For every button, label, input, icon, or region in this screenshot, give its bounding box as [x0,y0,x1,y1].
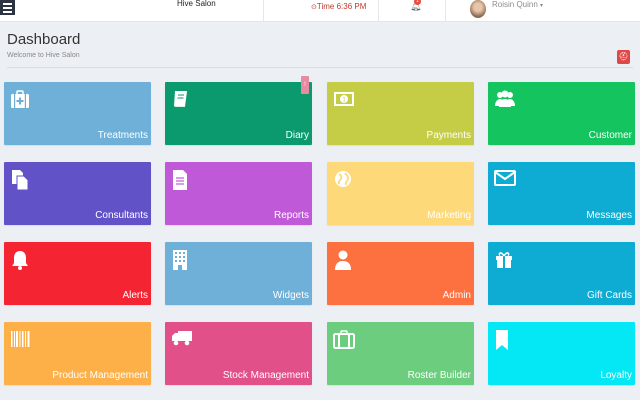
tile-label: Payments [426,130,471,141]
truck-icon [171,329,192,351]
avatar[interactable] [470,0,486,18]
tile-label: Diary [285,130,309,141]
tile-loyalty[interactable]: Loyalty [488,322,635,385]
divider [378,0,379,22]
users-icon [494,89,515,111]
tile-reports[interactable]: Reports [165,162,312,225]
tile-label: Product Management [52,370,148,381]
tile-widgets[interactable]: Widgets [165,242,312,305]
header-divider [7,67,633,68]
tile-label: Customer [588,130,632,141]
bookmark-icon [494,329,514,351]
tile-label: Messages [586,210,632,221]
envelope-icon [494,169,516,191]
page-subtitle: Welcome to Hive Salon [7,52,80,59]
help-button[interactable]: ⛑ [617,50,630,64]
tile-alerts[interactable]: Alerts [4,242,151,305]
time-value: 6:36 PM [336,2,367,11]
tile-consultants[interactable]: Consultants [4,162,151,225]
tile-product-management[interactable]: Product Management [4,322,151,385]
diary-badge[interactable]: ! [301,76,309,94]
tile-roster-builder[interactable]: Roster Builder [327,322,474,385]
salon-name: Hive Salon [177,0,216,8]
menu-toggle-button[interactable] [0,0,15,15]
user-icon [333,249,353,271]
divider [263,0,264,22]
medical-kit-icon [10,89,30,111]
tile-diary[interactable]: Diary! [165,76,312,145]
building-icon [171,249,191,271]
tile-label: Reports [273,210,309,221]
chevron-down-icon: ▾ [540,3,544,9]
user-name: Roisin Quinn [492,0,538,9]
tile-label: Gift Cards [586,290,632,301]
tile-customer[interactable]: Customer [488,82,635,145]
tile-label: Admin [442,290,471,301]
tile-label: Marketing [427,210,471,221]
tile-label: Loyalty [600,370,632,381]
tile-label: Widgets [272,290,309,301]
briefcase-icon [333,329,355,351]
bell-icon [10,249,30,271]
gift-icon [494,249,514,271]
tile-label: Stock Management [222,370,309,381]
user-menu[interactable]: Roisin Quinn ▾ [492,0,543,9]
money-icon: 1 [333,89,354,111]
tile-messages[interactable]: Messages [488,162,635,225]
tile-label: Treatments [97,130,148,141]
tile-label: Roster Builder [407,370,471,381]
barcode-icon [10,329,30,351]
tile-gift-cards[interactable]: Gift Cards [488,242,635,305]
tile-payments[interactable]: 1 Payments [327,82,474,145]
page-title: Dashboard [7,31,81,48]
top-bar: Hive Salon ⊙Time 6:36 PM 🔔︎ 1 Roisin Qui… [0,0,640,22]
time-display: ⊙Time 6:36 PM [311,2,366,11]
tile-marketing[interactable]: Marketing [327,162,474,225]
file-text-icon [171,169,191,191]
tile-stock-management[interactable]: Stock Management [165,322,312,385]
book-icon [171,89,191,111]
tile-label: Consultants [95,210,148,221]
tile-treatments[interactable]: Treatments [4,82,151,145]
globe-icon [333,169,353,191]
divider [445,0,446,22]
documents-icon [10,169,30,191]
tile-admin[interactable]: Admin [327,242,474,305]
time-label: Time [316,2,335,11]
tile-label: Alerts [122,290,148,301]
